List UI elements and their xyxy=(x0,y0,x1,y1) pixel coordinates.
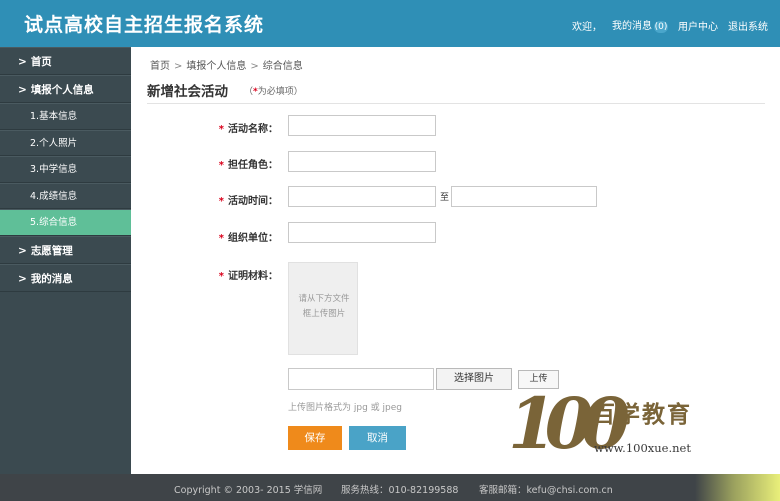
my-messages-label: 我的消息 xyxy=(612,21,652,32)
required-note: （*为必填项） xyxy=(244,84,303,97)
sidebar-subitem-photo[interactable]: 2.个人照片 xyxy=(0,129,131,156)
watermark-chinese: 百学教育 xyxy=(592,401,692,428)
system-title: 试点高校自主招生报名系统 xyxy=(24,14,265,36)
sidebar-item-personal-info[interactable]: > 填报个人信息 xyxy=(0,75,131,103)
label-text: 活动时间： xyxy=(228,196,278,207)
cancel-button[interactable]: 取消 xyxy=(349,426,406,450)
chevron-right-icon: > xyxy=(250,61,259,72)
chevron-right-icon: > xyxy=(18,56,27,68)
label-text: 担任角色： xyxy=(228,160,278,171)
end-date-input[interactable] xyxy=(451,186,597,207)
activity-name-input[interactable] xyxy=(288,115,436,136)
start-date-input[interactable] xyxy=(288,186,436,207)
required-star: * xyxy=(218,271,224,282)
label-text: 活动名称： xyxy=(228,124,278,135)
organization-label: * 组织单位： xyxy=(198,229,278,244)
welcome-text: 欢迎， xyxy=(572,21,602,33)
file-path-input[interactable] xyxy=(288,368,434,390)
footer-email: 客服邮箱：kefu@chsi.com.cn xyxy=(479,485,613,496)
required-star: * xyxy=(218,124,224,135)
sidebar-subitem-basic-info[interactable]: 1.基本信息 xyxy=(0,103,131,130)
footer: Copyright © 2003- 2015 学信网 服务热线：010-8219… xyxy=(0,474,780,501)
label-text: 证明材料： xyxy=(228,271,278,282)
sidebar: > 首页 > 填报个人信息 1.基本信息 2.个人照片 3.中学信息 4.成绩信息 … xyxy=(0,47,131,474)
top-header: 试点高校自主招生报名系统 欢迎， 我的消息 (0) 用户中心 退出系统 xyxy=(0,0,780,47)
organization-input[interactable] xyxy=(288,222,436,243)
sidebar-item-label: 填报个人信息 xyxy=(30,84,94,96)
header-nav: 欢迎， 我的消息 (0) 用户中心 退出系统 xyxy=(572,17,768,33)
role-input[interactable] xyxy=(288,151,436,172)
breadcrumb-personal-info[interactable]: 填报个人信息 xyxy=(186,61,246,72)
role-label: * 担任角色： xyxy=(198,156,278,171)
format-note: 上传图片格式为 jpg 或 jpeg xyxy=(288,403,402,413)
required-star: * xyxy=(218,160,224,171)
chevron-right-icon: > xyxy=(18,244,27,257)
sidebar-item-home[interactable]: > 首页 xyxy=(0,47,131,75)
footer-decoration xyxy=(695,474,780,501)
sidebar-item-label: 志愿管理 xyxy=(30,244,73,257)
upload-hint: 请从下方文件 框上传图片 xyxy=(289,292,359,322)
chevron-right-icon: > xyxy=(18,84,27,96)
required-star: * xyxy=(218,196,224,207)
sidebar-subitem-comprehensive[interactable]: 5.综合信息 xyxy=(0,209,131,236)
breadcrumb-current: 综合信息 xyxy=(262,61,303,72)
image-preview-box: 请从下方文件 框上传图片 xyxy=(288,262,358,355)
sidebar-subitem-scores[interactable]: 4.成绩信息 xyxy=(0,182,131,209)
footer-hotline: 服务热线：010-82199588 xyxy=(341,485,459,496)
my-messages-link[interactable]: 我的消息 (0) xyxy=(612,17,668,33)
choose-image-button[interactable]: 选择图片 xyxy=(436,368,512,390)
title-divider xyxy=(147,103,765,104)
sidebar-item-volunteer[interactable]: > 志愿管理 xyxy=(0,235,131,264)
watermark-url: www.100xue.net xyxy=(594,441,691,455)
sidebar-item-label: 首页 xyxy=(30,56,52,68)
logout-link[interactable]: 退出系统 xyxy=(728,18,768,33)
breadcrumb-home[interactable]: 首页 xyxy=(150,61,170,72)
page-title: 新增社会活动 xyxy=(147,84,228,100)
upload-hint-line: 框上传图片 xyxy=(302,309,346,319)
required-star: * xyxy=(218,233,224,244)
label-text: 组织单位： xyxy=(228,233,278,244)
message-count-badge: (0) xyxy=(654,21,668,33)
required-note-text: 为必填项） xyxy=(257,87,303,97)
breadcrumb: 首页 > 填报个人信息 > 综合信息 xyxy=(150,57,303,72)
date-range-separator: 至 xyxy=(440,193,450,203)
sidebar-item-messages[interactable]: > 我的消息 xyxy=(0,263,131,292)
activity-time-label: * 活动时间： xyxy=(198,192,278,207)
save-button[interactable]: 保存 xyxy=(288,426,342,450)
required-note-open: （ xyxy=(244,87,254,97)
chevron-right-icon: > xyxy=(18,272,27,285)
watermark-logo: 100 百学教育 www.100xue.net xyxy=(508,385,698,465)
sidebar-item-label: 我的消息 xyxy=(30,272,73,285)
upload-hint-line: 请从下方文件 xyxy=(298,294,350,304)
user-center-link[interactable]: 用户中心 xyxy=(678,18,718,33)
footer-copyright: Copyright © 2003- 2015 学信网 xyxy=(174,485,323,496)
sidebar-subitem-school-info[interactable]: 3.中学信息 xyxy=(0,156,131,183)
activity-name-label: * 活动名称： xyxy=(198,120,278,135)
proof-label: * 证明材料： xyxy=(198,267,278,282)
chevron-right-icon: > xyxy=(174,61,183,72)
